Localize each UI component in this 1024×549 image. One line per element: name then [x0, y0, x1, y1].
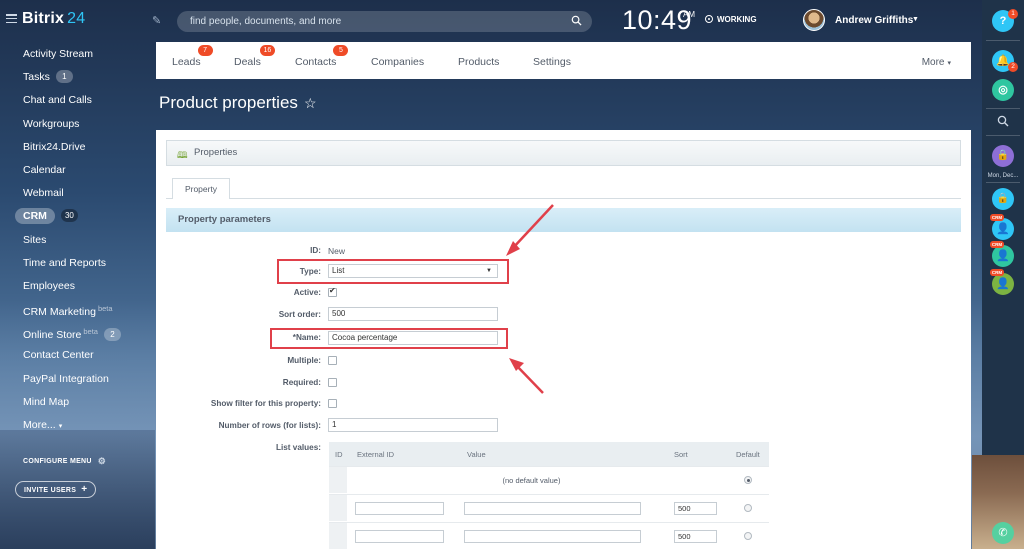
- contact-avatar-icon[interactable]: 👤: [992, 218, 1014, 240]
- arrow-to-name: [509, 358, 544, 394]
- contact-avatar-icon[interactable]: 👤: [992, 245, 1014, 267]
- crm-tag: CRM: [990, 241, 1004, 248]
- lock-icon[interactable]: 🔒: [992, 145, 1014, 167]
- right-bar-separator: [986, 40, 1020, 41]
- right-bar-separator: [986, 182, 1020, 183]
- crm-tag: CRM: [990, 269, 1004, 276]
- right-bar-separator: [986, 108, 1020, 109]
- date-label: Mon, Dec...: [987, 173, 1019, 179]
- notification-badge: 2: [1008, 62, 1018, 72]
- lock-icon[interactable]: 🔒: [992, 188, 1014, 210]
- right-bar-separator: [986, 135, 1020, 136]
- search-icon[interactable]: [997, 115, 1009, 127]
- arrow-to-type: [506, 204, 554, 256]
- annotation-arrows: [506, 204, 554, 394]
- help-badge: 1: [1008, 9, 1018, 19]
- crm-tag: CRM: [990, 214, 1004, 221]
- tab-property[interactable]: Property: [172, 178, 230, 199]
- chat-icon[interactable]: ◎: [992, 79, 1014, 101]
- phone-icon[interactable]: ✆: [992, 522, 1014, 544]
- contact-avatar-icon[interactable]: 👤: [992, 273, 1014, 295]
